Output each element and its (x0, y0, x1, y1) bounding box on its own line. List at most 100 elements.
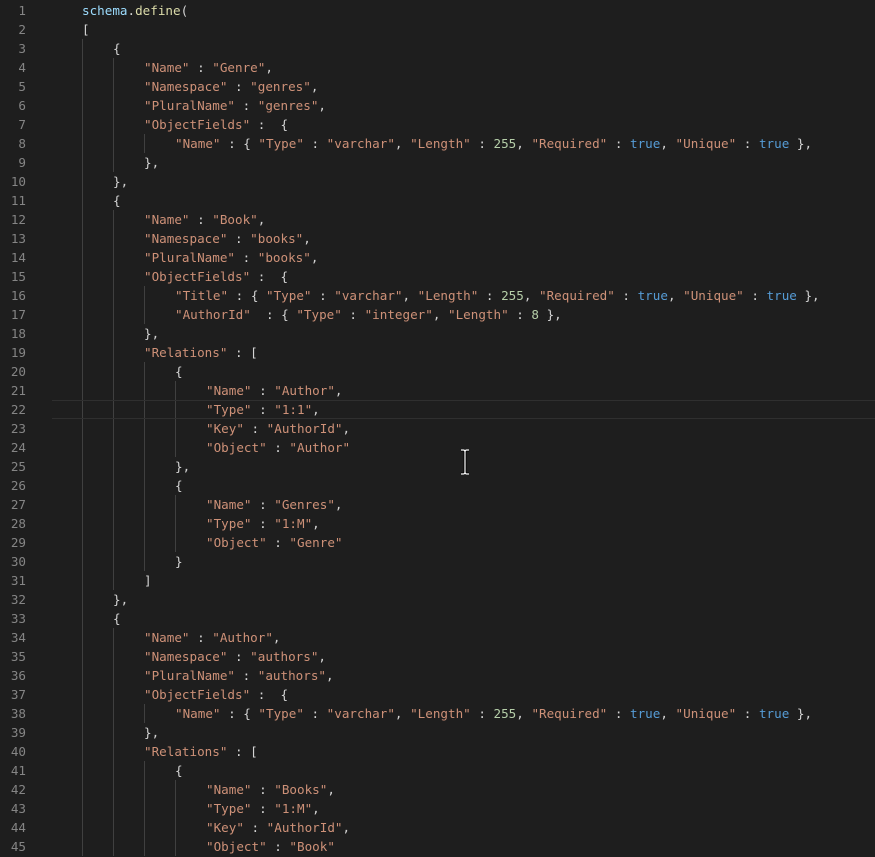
code-line[interactable]: 39}, (0, 723, 875, 742)
code-line[interactable]: 23 "Key" : "AuthorId", (0, 419, 875, 438)
string-token: "Name" (206, 782, 252, 797)
keyword-token: true (630, 706, 661, 721)
code-line[interactable]: 2[ (0, 20, 875, 39)
code-line[interactable]: 11 { (0, 191, 875, 210)
code-text: }, (113, 172, 128, 191)
string-token: "Relations" (144, 345, 228, 360)
line-number: 34 (10, 630, 26, 645)
code-line[interactable]: 18}, (0, 324, 875, 343)
code-line[interactable]: 14 "PluralName" : "books", (0, 248, 875, 267)
code-line[interactable]: 5 "Namespace" : "genres", (0, 77, 875, 96)
punctuation: , (660, 136, 676, 151)
indent-guide (82, 96, 83, 115)
code-line[interactable]: 32}, (0, 590, 875, 609)
string-token: "Length" (410, 706, 471, 721)
code-line[interactable]: 43 "Type" : "1:M", (0, 799, 875, 818)
punctuation: . (127, 3, 136, 18)
code-line[interactable]: 10}, (0, 172, 875, 191)
line-number: 42 (10, 782, 26, 797)
code-text: "PluralName" : "genres", (144, 96, 326, 115)
line-number: 3 (18, 41, 26, 56)
code-line[interactable]: 12 "Name" : "Book", (0, 210, 875, 229)
string-token: "PluralName" (144, 668, 235, 683)
code-line[interactable]: 20 { (0, 362, 875, 381)
keyword-token: true (637, 288, 668, 303)
code-line[interactable]: 19 "Relations" : [ (0, 343, 875, 362)
punctuation: : (227, 649, 251, 664)
code-line[interactable]: 16 "Title" : { "Type" : "varchar", "Lengt… (0, 286, 875, 305)
indent-guide (113, 761, 114, 780)
code-text: "ObjectFields" : { (144, 267, 288, 286)
code-line[interactable]: 34 "Name" : "Author", (0, 628, 875, 647)
punctuation: }, (144, 725, 160, 740)
string-token: "Book" (212, 212, 258, 227)
punctuation: }, (113, 174, 129, 189)
code-editor[interactable]: 1 schema.define(2[3{4 "Name" : "Genre", 5 "N… (0, 0, 875, 857)
code-line[interactable]: 31] (0, 571, 875, 590)
code-text: "Name" : { "Type" : "varchar", "Length" … (175, 134, 812, 153)
indent-guide (113, 96, 114, 115)
punctuation: : (251, 801, 275, 816)
punctuation: , (318, 98, 327, 113)
indent-guide (113, 457, 114, 476)
indent-guide (82, 723, 83, 742)
line-number: 27 (10, 497, 26, 512)
code-line[interactable]: 15 "ObjectFields" : { (0, 267, 875, 286)
line-number: 15 (10, 269, 26, 284)
code-line[interactable]: 9}, (0, 153, 875, 172)
code-line[interactable]: 3{ (0, 39, 875, 58)
code-line[interactable]: 28 "Type" : "1:M", (0, 514, 875, 533)
code-line[interactable]: 4 "Name" : "Genre", (0, 58, 875, 77)
code-line[interactable]: 37 "ObjectFields" : { (0, 685, 875, 704)
code-line[interactable]: 38 "Name" : { "Type" : "varchar", "Length… (0, 704, 875, 723)
code-line[interactable]: 33 { (0, 609, 875, 628)
code-line[interactable]: 30} (0, 552, 875, 571)
code-line[interactable]: 24 "Object" : "Author" (0, 438, 875, 457)
string-token: "Name" (206, 497, 252, 512)
code-line[interactable]: 7 "ObjectFields" : { (0, 115, 875, 134)
string-token: "Type" (206, 801, 252, 816)
line-number: 39 (10, 725, 26, 740)
string-token: "Books" (274, 782, 328, 797)
indent-guide (113, 780, 114, 799)
line-number: 30 (10, 554, 26, 569)
code-line[interactable]: 8 "Name" : { "Type" : "varchar", "Length"… (0, 134, 875, 153)
punctuation: : (266, 535, 290, 550)
code-line[interactable]: 36 "PluralName" : "authors", (0, 666, 875, 685)
code-line[interactable]: 41 { (0, 761, 875, 780)
line-number: 5 (18, 79, 26, 94)
code-line[interactable]: 13 "Namespace" : "books", (0, 229, 875, 248)
indent-guide (82, 647, 83, 666)
punctuation: : (243, 421, 267, 436)
code-line[interactable]: 17 "AuthorId" : { "Type" : "integer", "Le… (0, 305, 875, 324)
code-line[interactable]: 45 "Object" : "Book" (0, 837, 875, 856)
code-line[interactable]: 27 "Name" : "Genres", (0, 495, 875, 514)
indent-guide (144, 476, 145, 495)
indent-guide (113, 362, 114, 381)
indent-guide (175, 419, 176, 438)
indent-guide (82, 438, 83, 457)
indent-guide (113, 799, 114, 818)
indent-guide (175, 514, 176, 533)
punctuation: : { (228, 288, 266, 303)
code-line[interactable]: 1 schema.define( (0, 1, 875, 20)
code-line[interactable]: 42 "Name" : "Books", (0, 780, 875, 799)
code-lines[interactable]: 1 schema.define(2[3{4 "Name" : "Genre", 5 "N… (0, 1, 875, 856)
punctuation: : (189, 630, 213, 645)
line-number: 14 (10, 250, 26, 265)
code-line[interactable]: 6 "PluralName" : "genres", (0, 96, 875, 115)
code-text: "Object" : "Book" (206, 837, 335, 856)
code-line[interactable]: 35 "Namespace" : "authors", (0, 647, 875, 666)
code-line[interactable]: 21 "Name" : "Author", (0, 381, 875, 400)
code-line[interactable]: 44 "Key" : "AuthorId", (0, 818, 875, 837)
punctuation: , (342, 421, 351, 436)
string-token: "Unique" (675, 706, 737, 721)
string-token: "Author" (212, 630, 273, 645)
indent-guide (144, 286, 145, 305)
code-line-current[interactable]: 22 "Type" : "1:1", (0, 400, 875, 419)
code-line[interactable]: 40 "Relations" : [ (0, 742, 875, 761)
code-line[interactable]: 26 { (0, 476, 875, 495)
code-line[interactable]: 25}, (0, 457, 875, 476)
line-number: 20 (10, 364, 26, 379)
code-line[interactable]: 29 "Object" : "Genre" (0, 533, 875, 552)
